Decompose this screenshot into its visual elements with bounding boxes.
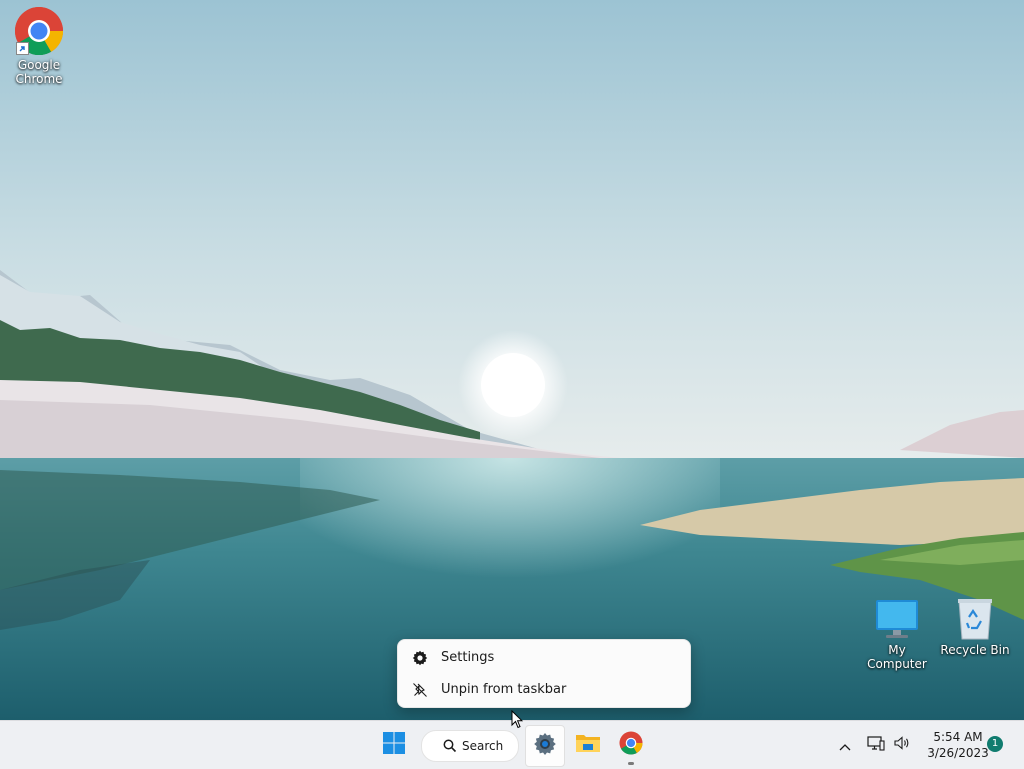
volume-button[interactable]: [890, 725, 914, 765]
chrome-icon: [14, 6, 64, 56]
running-indicator: [628, 762, 634, 765]
windows-start-icon: [382, 731, 406, 759]
clock[interactable]: 5:54 AM 3/26/2023: [918, 729, 998, 761]
gear-icon: [411, 649, 429, 667]
mouse-cursor-icon: [511, 709, 524, 733]
notification-badge[interactable]: 1: [987, 736, 1003, 752]
desktop-icon-label: Google Chrome: [15, 58, 63, 86]
shortcut-arrow-icon: [16, 42, 29, 55]
taskbar-app-google-chrome[interactable]: [612, 725, 650, 765]
start-button[interactable]: [374, 725, 414, 765]
chevron-up-icon: [839, 736, 851, 755]
taskbar-app-file-explorer[interactable]: [569, 725, 607, 765]
unpin-icon: [411, 681, 429, 699]
show-hidden-icons-button[interactable]: [834, 725, 856, 765]
monitor-icon: [874, 597, 920, 641]
volume-icon: [893, 735, 911, 755]
desktop-icon-my-computer[interactable]: My Computer: [857, 597, 937, 671]
desktop-icon-label: Recycle Bin: [940, 643, 1010, 657]
menu-item-label: Settings: [441, 650, 495, 665]
menu-item-settings[interactable]: Settings: [402, 643, 686, 672]
folder-icon: [575, 732, 601, 758]
network-icon: [867, 735, 885, 755]
desktop-icon-recycle-bin[interactable]: Recycle Bin: [935, 597, 1015, 657]
search-label: Search: [462, 739, 504, 753]
taskbar-context-menu: Settings Unpin from taskbar: [397, 639, 691, 708]
menu-item-label: Unpin from taskbar: [441, 682, 567, 697]
menu-item-unpin-from-taskbar[interactable]: Unpin from taskbar: [402, 675, 686, 704]
chrome-icon: [619, 731, 643, 759]
taskbar-app-settings[interactable]: [525, 725, 565, 767]
recycle-bin-icon: [955, 597, 995, 641]
desktop[interactable]: Google Chrome My Computer Recycle Bin: [0, 0, 1024, 720]
taskbar-search[interactable]: Search: [421, 730, 519, 762]
network-button[interactable]: [864, 725, 888, 765]
desktop-icon-label: My Computer: [867, 643, 927, 671]
clock-time: 5:54 AM: [933, 730, 983, 744]
gear-icon: [533, 732, 557, 760]
search-icon: [443, 739, 457, 753]
clock-date: 3/26/2023: [927, 746, 989, 760]
desktop-icon-google-chrome[interactable]: Google Chrome: [0, 6, 79, 86]
